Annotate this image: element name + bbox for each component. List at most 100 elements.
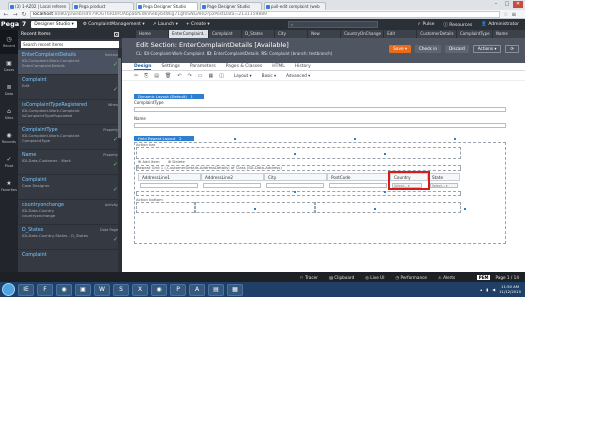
document-tab[interactable]: Home	[136, 30, 168, 38]
complainttype-input[interactable]	[134, 107, 506, 112]
rail-item-cases[interactable]: ▣ Cases	[0, 54, 18, 78]
tab-history[interactable]: History	[295, 63, 311, 70]
taskbar-app-icon[interactable]: ▤	[208, 283, 224, 296]
basic-dropdown[interactable]: Basic ▾	[262, 73, 277, 78]
actions-button[interactable]: Actions ▾	[472, 45, 502, 53]
tray-arrow-icon[interactable]: ▴	[480, 287, 482, 292]
document-tab[interactable]: CustomerDetails	[417, 30, 456, 38]
rail-item-records[interactable]: ◉ Records	[0, 126, 18, 150]
network-icon[interactable]: ▮	[486, 287, 488, 292]
tab-design[interactable]: Design	[134, 63, 152, 70]
addressline2-cell[interactable]	[203, 183, 261, 188]
taskbar-app-icon[interactable]: F	[37, 283, 53, 296]
paste-icon[interactable]: ▤	[154, 73, 159, 79]
taskbar-app-icon[interactable]: ▣	[75, 283, 91, 296]
taskbar-app-icon[interactable]: ◉	[56, 283, 72, 296]
url-input[interactable]: localhost:8080/prweb/sdV79OGT6RDROAbpa6f…	[30, 10, 500, 18]
live-ui-button[interactable]: ◎ Live UI	[365, 275, 384, 280]
action-bottom-area[interactable]	[136, 202, 461, 213]
undo-icon[interactable]: ↶	[177, 73, 181, 79]
scroll-thumb[interactable]	[118, 58, 121, 138]
postcode-cell[interactable]	[329, 183, 387, 188]
layout-dropdown[interactable]: Layout ▾	[234, 73, 252, 78]
document-tab[interactable]: Name	[493, 30, 525, 38]
studio-selector[interactable]: Designer Studio ▾	[31, 21, 77, 28]
rail-item-recent[interactable]: ◷ Recent	[0, 30, 18, 54]
checkin-button[interactable]: Check in	[414, 45, 441, 53]
document-tab[interactable]: New	[308, 30, 341, 38]
search-input[interactable]: ⌕	[287, 21, 378, 28]
copy-icon[interactable]: ⎘	[144, 73, 148, 79]
close-icon[interactable]: ✕	[513, 1, 523, 8]
document-tab[interactable]: EnterComplaint..	[169, 30, 209, 38]
recent-list-item[interactable]: Name IDI-Data-Customer - Work Property ✓	[18, 150, 122, 175]
advanced-dropdown[interactable]: Advanced ▾	[286, 73, 310, 78]
maximize-icon[interactable]: □	[502, 1, 512, 8]
operator-menu[interactable]: 👤 Administrator	[481, 22, 519, 28]
addressline1-cell[interactable]	[140, 183, 198, 188]
start-button[interactable]	[2, 283, 15, 296]
back-icon[interactable]: ←	[3, 11, 9, 18]
document-tab[interactable]: Edit	[384, 30, 417, 38]
cut-icon[interactable]: ✂	[134, 73, 138, 79]
rail-item-favorites[interactable]: ★ Favorites	[0, 174, 18, 198]
repeat-layout-header[interactable]: Field Repeat Layout 2	[134, 136, 194, 141]
column-addressline2[interactable]: AddressLine2	[201, 173, 264, 181]
column-state[interactable]: State	[428, 173, 460, 181]
menu-icon[interactable]: ≡	[511, 11, 516, 18]
tab-settings[interactable]: Settings	[161, 63, 179, 70]
column-city[interactable]: City	[264, 173, 327, 181]
browser-tab[interactable]: pull-edit complaint (web	[264, 2, 326, 10]
grid-icon[interactable]: ▦	[208, 73, 213, 79]
dynamic-layout-header[interactable]: Dynamic Layout (Default) 1	[134, 94, 204, 99]
document-tab[interactable]: City	[275, 30, 308, 38]
refresh-icon[interactable]: ⟳	[505, 45, 519, 53]
recent-list-item[interactable]: Complaint	[18, 250, 122, 272]
recent-list-item[interactable]: countryonchange IDI-Data-Country countryo…	[18, 200, 122, 225]
alerts-button[interactable]: ⚠ Alerts	[438, 275, 455, 280]
document-tab[interactable]: ComplaintType	[456, 30, 493, 38]
grid-footer[interactable]	[136, 191, 461, 196]
save-button[interactable]: Save ▾	[389, 45, 411, 53]
rail-item-sites[interactable]: ⌂ Sites	[0, 102, 18, 126]
column-postcode[interactable]: PostCode	[327, 173, 390, 181]
browser-tab[interactable]: (3) 1-AZ02 | Local referen	[8, 2, 70, 10]
collapse-icon[interactable]: ×	[114, 32, 119, 37]
tab-html[interactable]: HTML	[272, 63, 285, 70]
create-menu[interactable]: + Create ▾	[186, 22, 210, 27]
resources-link[interactable]: ⓘ Resources	[443, 22, 472, 28]
delete-icon[interactable]: 🗑	[165, 73, 171, 79]
name-input[interactable]	[134, 123, 506, 128]
volume-icon[interactable]: ◀	[492, 287, 495, 292]
document-tab[interactable]: CountryOnChange	[341, 30, 384, 38]
state-select[interactable]: Select... ▾	[430, 183, 458, 188]
launch-menu[interactable]: ↗ Launch ▾	[153, 22, 178, 27]
rail-item-data[interactable]: ≣ Data	[0, 78, 18, 102]
recent-list-item[interactable]: D_States IDI-Data-Country-States - D_Stat…	[18, 225, 122, 250]
application-menu[interactable]: ⚙ ComplaintManagement ▾	[83, 22, 145, 27]
taskbar-app-icon[interactable]: P	[170, 283, 186, 296]
taskbar-app-icon[interactable]: IE	[18, 283, 34, 296]
bookmark-star-icon[interactable]: ☆	[503, 11, 508, 18]
taskbar-app-icon[interactable]: S	[113, 283, 129, 296]
rail-item-pivot[interactable]: ✓ Pivot	[0, 150, 18, 174]
redo-icon[interactable]: ↷	[188, 73, 192, 79]
forward-icon[interactable]: →	[12, 11, 18, 18]
browser-tab-active[interactable]: Pega Designer Studio	[136, 2, 198, 10]
browser-tab[interactable]: Page Designer Studio	[200, 2, 262, 10]
taskbar-app-icon[interactable]: W	[94, 283, 110, 296]
taskbar-app-icon[interactable]: ▦	[227, 283, 243, 296]
tracer-button[interactable]: ⚐ Tracer	[300, 275, 318, 280]
reload-icon[interactable]: ↻	[21, 11, 27, 18]
explorer-search-input[interactable]: Search recent items	[21, 41, 119, 48]
browser-tab[interactable]: Pega product	[72, 2, 134, 10]
recent-list-item[interactable]: ComplaintType IDI-Complaint-Work-Complain…	[18, 125, 122, 150]
tab-pages-classes[interactable]: Pages & Classes	[226, 63, 263, 70]
action-bar-area[interactable]	[136, 147, 461, 159]
taskbar-app-icon[interactable]: A	[189, 283, 205, 296]
document-tab[interactable]: D_States	[242, 30, 275, 38]
taskbar-app-icon[interactable]: ◉	[151, 283, 167, 296]
view-icon[interactable]: ▭	[198, 73, 203, 79]
clipboard-button[interactable]: ▤ Clipboard	[329, 275, 354, 280]
pulse-link[interactable]: ✓ Pulse	[417, 22, 434, 28]
